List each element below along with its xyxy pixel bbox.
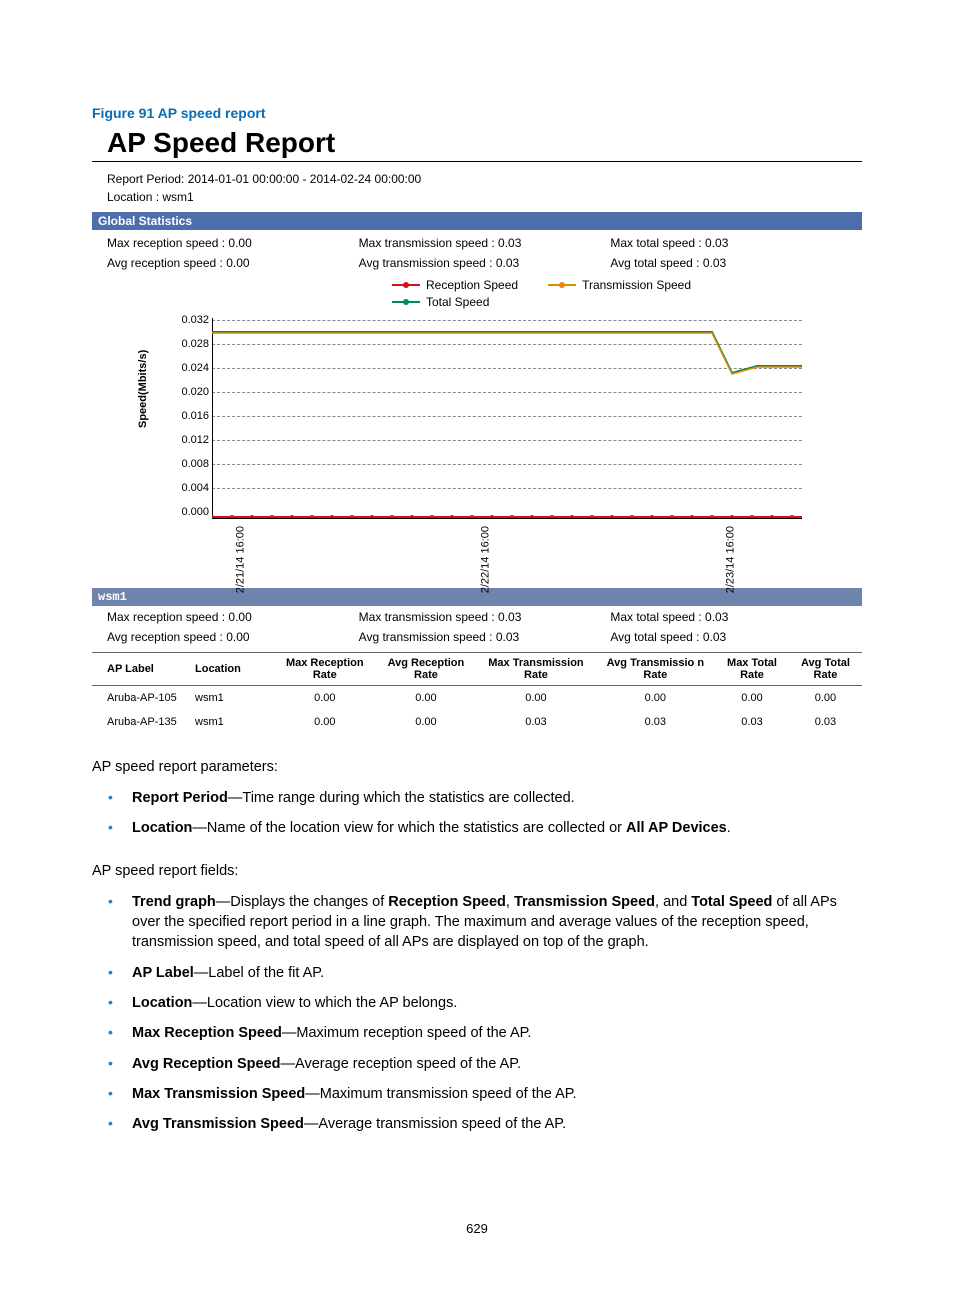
table-row: Aruba-AP-135 wsm1 0.00 0.00 0.03 0.03 0.… [92,710,862,734]
figure-caption: Figure 91 AP speed report [92,105,862,121]
chart-x-axis-line [212,518,802,519]
wsm-avg-tot: Avg total speed : 0.03 [610,630,862,644]
wsm-max-tot: Max total speed : 0.03 [610,610,862,624]
legend-total: Total Speed [426,295,489,309]
report-title: AP Speed Report [107,127,862,159]
fields-list: Trend graph—Displays the changes of Rece… [92,892,862,1135]
list-item: Max Transmission Speed—Maximum transmiss… [92,1084,862,1104]
stat-avg-rx: Avg reception speed : 0.00 [107,256,359,270]
legend-transmission: Transmission Speed [582,278,691,292]
trend-chart: Reception Speed Transmission Speed Total… [92,278,862,578]
ap-table-header-row: AP Label Location Max Reception Rate Avg… [92,653,862,686]
params-list: Report Period—Time range during which th… [92,788,862,839]
report-period: Report Period: 2014-01-01 00:00:00 - 201… [107,170,862,188]
list-item: Avg Reception Speed—Average reception sp… [92,1054,862,1074]
legend-reception: Reception Speed [426,278,518,292]
report-location: Location : wsm1 [107,188,862,206]
wsm-max-rx: Max reception speed : 0.00 [107,610,359,624]
global-stats-grid: Max reception speed : 0.00 Max transmiss… [107,236,862,270]
list-item: Location—Name of the location view for w… [92,818,862,838]
divider [92,161,862,162]
params-intro: AP speed report parameters: [92,758,862,778]
chart-plot-area [212,318,802,518]
stat-max-tx: Max transmission speed : 0.03 [359,236,611,250]
chart-legend: Reception Speed Transmission Speed Total… [392,278,691,309]
stat-avg-tx: Avg transmission speed : 0.03 [359,256,611,270]
ap-table: AP Label Location Max Reception Rate Avg… [92,652,862,734]
wsm-max-tx: Max transmission speed : 0.03 [359,610,611,624]
list-item: Report Period—Time range during which th… [92,788,862,808]
stat-max-tot: Max total speed : 0.03 [610,236,862,250]
wsm-avg-rx: Avg reception speed : 0.00 [107,630,359,644]
fields-intro: AP speed report fields: [92,862,862,882]
list-item: Trend graph—Displays the changes of Rece… [92,892,862,953]
stat-max-rx: Max reception speed : 0.00 [107,236,359,250]
global-statistics-bar: Global Statistics [92,212,862,230]
wsm-avg-tx: Avg transmission speed : 0.03 [359,630,611,644]
list-item: Avg Transmission Speed—Average transmiss… [92,1114,862,1134]
wsm-stats-grid: Max reception speed : 0.00 Max transmiss… [107,610,862,644]
list-item: AP Label—Label of the fit AP. [92,963,862,983]
list-item: Max Reception Speed—Maximum reception sp… [92,1023,862,1043]
stat-avg-tot: Avg total speed : 0.03 [610,256,862,270]
page-number: 629 [0,1221,954,1236]
table-row: Aruba-AP-105 wsm1 0.00 0.00 0.00 0.00 0.… [92,686,862,711]
list-item: Location—Location view to which the AP b… [92,993,862,1013]
chart-y-label: Speed(Mbits/s) [137,350,149,428]
